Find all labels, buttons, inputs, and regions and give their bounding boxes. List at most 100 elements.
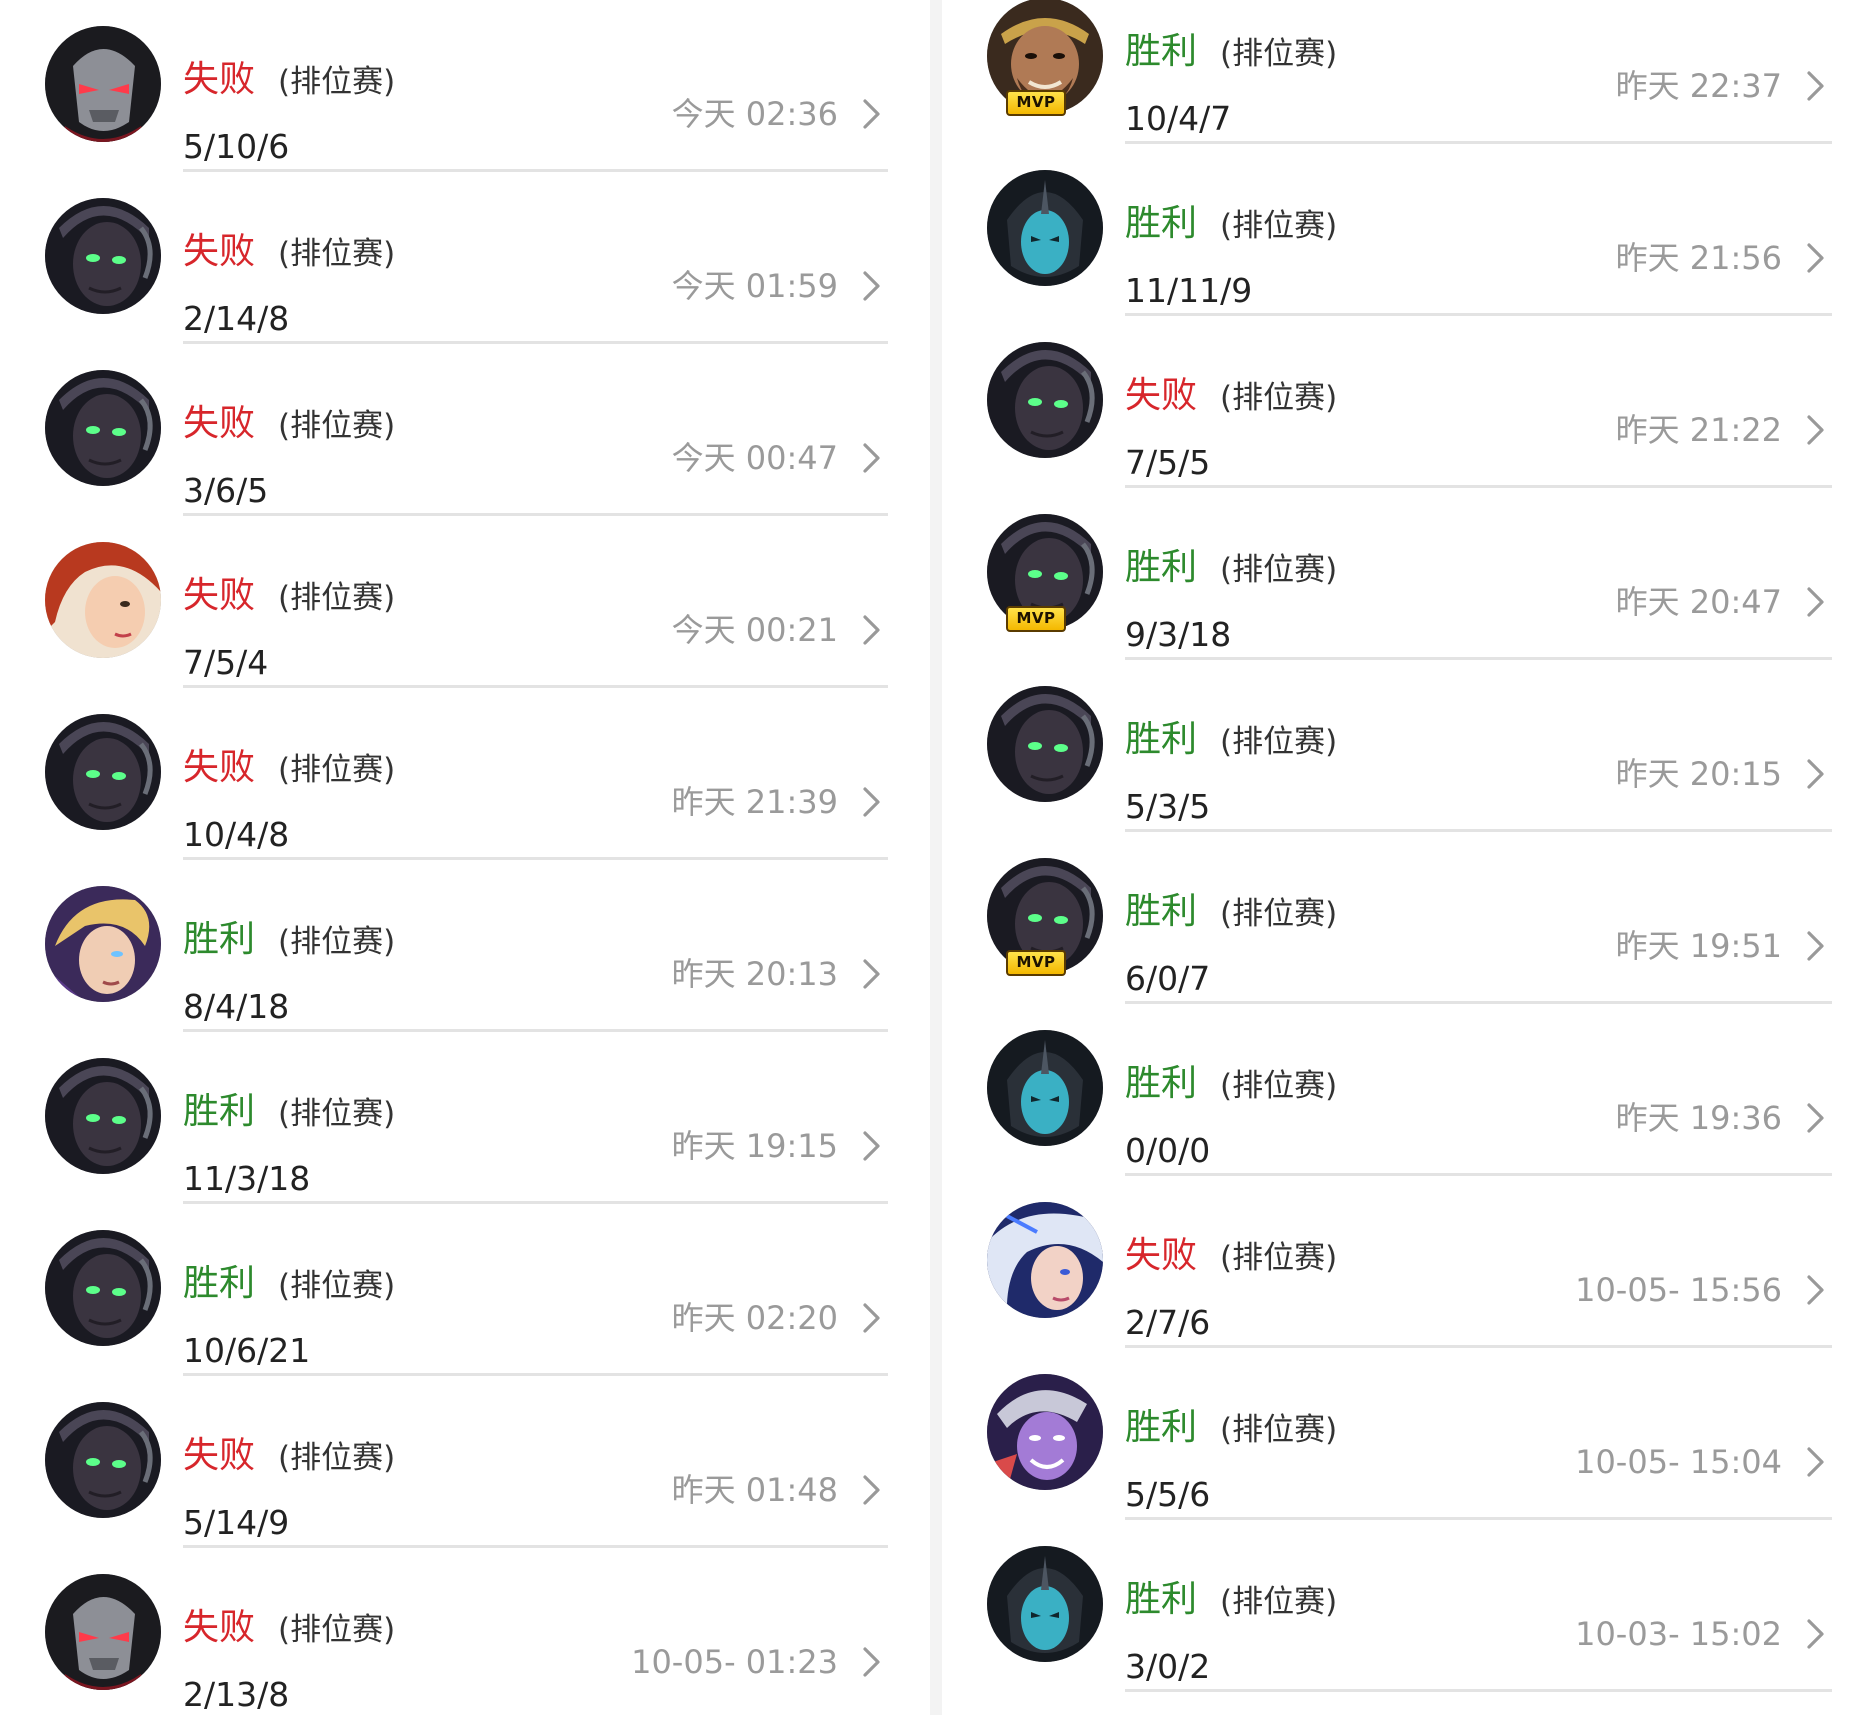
match-list-right: 胜利 (排位赛) 10/4/7 昨天 22:37 MVP 胜利 (排位赛) 11…	[942, 0, 1874, 1715]
match-row-left-3[interactable]: 失败 (排位赛) 3/6/5 今天 00:47	[0, 344, 930, 516]
match-mode: (排位赛)	[1220, 36, 1338, 72]
match-time: 昨天 20:47	[1615, 583, 1782, 621]
dark-mage-icon	[45, 1058, 161, 1174]
dark-mage-icon	[987, 686, 1103, 802]
chevron-right-icon	[856, 268, 888, 304]
match-kda: 7/5/5	[1125, 443, 1211, 482]
match-time: 昨天 19:15	[671, 1127, 838, 1165]
match-result: 失败	[183, 231, 256, 272]
match-row-left-1[interactable]: 失败 (排位赛) 5/10/6 今天 02:36	[0, 0, 930, 172]
match-mode: (排位赛)	[278, 752, 396, 788]
chevron-right-icon	[1800, 68, 1832, 104]
match-mode: (排位赛)	[278, 236, 396, 272]
chevron-right-icon	[856, 1300, 888, 1336]
chevron-right-icon	[1800, 584, 1832, 620]
match-time: 昨天 21:22	[1615, 411, 1782, 449]
match-mode: (排位赛)	[1220, 1240, 1338, 1276]
row-divider	[1125, 1689, 1832, 1692]
dark-mage-icon	[45, 714, 161, 830]
match-row-right-5[interactable]: 胜利 (排位赛) 5/3/5 昨天 20:15	[942, 660, 1874, 832]
match-result: 胜利	[1125, 547, 1198, 588]
match-kda: 10/4/8	[183, 815, 290, 854]
match-list-left: 失败 (排位赛) 5/10/6 今天 02:36 失败 (排位赛) 2/14/8…	[0, 0, 930, 1715]
match-mode: (排位赛)	[1220, 1412, 1338, 1448]
match-kda: 8/4/18	[183, 987, 290, 1026]
dark-mage-icon	[987, 342, 1103, 458]
match-kda: 3/0/2	[1125, 1647, 1211, 1686]
match-result: 胜利	[1125, 719, 1198, 760]
match-time: 今天 00:21	[671, 611, 838, 649]
match-kda: 6/0/7	[1125, 959, 1211, 998]
silver-hair-archer-icon	[987, 1202, 1103, 1318]
match-row-right-8[interactable]: 失败 (排位赛) 2/7/6 10-05- 15:56	[942, 1176, 1874, 1348]
match-kda: 0/0/0	[1125, 1131, 1211, 1170]
match-kda: 2/13/8	[183, 1675, 290, 1714]
match-kda: 5/10/6	[183, 127, 290, 166]
match-row-left-4[interactable]: 失败 (排位赛) 7/5/4 今天 00:21	[0, 516, 930, 688]
match-row-right-4[interactable]: 胜利 (排位赛) 9/3/18 昨天 20:47 MVP	[942, 488, 1874, 660]
match-kda: 11/11/9	[1125, 271, 1253, 310]
chevron-right-icon	[1800, 928, 1832, 964]
match-time: 昨天 21:39	[671, 783, 838, 821]
match-time: 今天 01:59	[671, 267, 838, 305]
dark-mage-icon	[45, 1402, 161, 1518]
match-row-left-7[interactable]: 胜利 (排位赛) 11/3/18 昨天 19:15	[0, 1032, 930, 1204]
mvp-badge: MVP	[1006, 90, 1066, 116]
blond-mage-icon	[45, 886, 161, 1002]
blue-helmet-icon	[987, 1030, 1103, 1146]
match-row-left-8[interactable]: 胜利 (排位赛) 10/6/21 昨天 02:20	[0, 1204, 930, 1376]
chevron-right-icon	[856, 612, 888, 648]
chevron-right-icon	[856, 440, 888, 476]
match-mode: (排位赛)	[278, 1096, 396, 1132]
match-result: 失败	[1125, 375, 1198, 416]
dark-mage-icon	[45, 370, 161, 486]
match-result: 失败	[183, 403, 256, 444]
match-row-left-9[interactable]: 失败 (排位赛) 5/14/9 昨天 01:48	[0, 1376, 930, 1548]
chevron-right-icon	[1800, 240, 1832, 276]
red-hair-gunner-icon	[45, 542, 161, 658]
match-mode: (排位赛)	[1220, 1584, 1338, 1620]
match-time: 昨天 20:15	[1615, 755, 1782, 793]
mvp-badge: MVP	[1006, 606, 1066, 632]
match-kda: 2/7/6	[1125, 1303, 1211, 1342]
masked-assassin-icon	[45, 1574, 161, 1690]
match-row-right-1[interactable]: 胜利 (排位赛) 10/4/7 昨天 22:37 MVP	[942, 0, 1874, 144]
match-result: 胜利	[1125, 31, 1198, 72]
masked-assassin-icon	[45, 26, 161, 142]
match-row-left-5[interactable]: 失败 (排位赛) 10/4/8 昨天 21:39	[0, 688, 930, 860]
match-result: 失败	[183, 1435, 256, 1476]
dark-mage-icon	[45, 198, 161, 314]
dark-mage-icon	[45, 1230, 161, 1346]
match-row-right-9[interactable]: 胜利 (排位赛) 5/5/6 10-05- 15:04	[942, 1348, 1874, 1520]
match-kda: 7/5/4	[183, 643, 269, 682]
match-row-left-10[interactable]: 失败 (排位赛) 2/13/8 10-05- 01:23	[0, 1548, 930, 1715]
mvp-badge: MVP	[1006, 950, 1066, 976]
purple-ninja-icon	[987, 1374, 1103, 1490]
dark-mage-icon	[45, 1402, 161, 1518]
match-row-left-2[interactable]: 失败 (排位赛) 2/14/8 今天 01:59	[0, 172, 930, 344]
match-result: 失败	[183, 575, 256, 616]
match-time: 昨天 21:56	[1615, 239, 1782, 277]
red-hair-gunner-icon	[45, 542, 161, 658]
match-row-right-7[interactable]: 胜利 (排位赛) 0/0/0 昨天 19:36	[942, 1004, 1874, 1176]
match-row-right-6[interactable]: 胜利 (排位赛) 6/0/7 昨天 19:51 MVP	[942, 832, 1874, 1004]
match-kda: 5/3/5	[1125, 787, 1211, 826]
match-kda: 10/4/7	[1125, 99, 1232, 138]
match-mode: (排位赛)	[1220, 208, 1338, 244]
match-row-right-2[interactable]: 胜利 (排位赛) 11/11/9 昨天 21:56	[942, 144, 1874, 316]
match-mode: (排位赛)	[278, 1612, 396, 1648]
chevron-right-icon	[1800, 1444, 1832, 1480]
match-time: 10-05- 15:56	[1575, 1271, 1782, 1309]
match-mode: (排位赛)	[278, 580, 396, 616]
chevron-right-icon	[856, 1472, 888, 1508]
dark-mage-icon	[987, 686, 1103, 802]
match-kda: 2/14/8	[183, 299, 290, 338]
match-row-right-3[interactable]: 失败 (排位赛) 7/5/5 昨天 21:22	[942, 316, 1874, 488]
match-row-left-6[interactable]: 胜利 (排位赛) 8/4/18 昨天 20:13	[0, 860, 930, 1032]
match-time: 10-03- 15:02	[1575, 1615, 1782, 1653]
match-time: 10-05- 15:04	[1575, 1443, 1782, 1481]
match-row-right-10[interactable]: 胜利 (排位赛) 3/0/2 10-03- 15:02	[942, 1520, 1874, 1692]
match-kda: 10/6/21	[183, 1331, 311, 1370]
masked-assassin-icon	[45, 26, 161, 142]
match-result: 胜利	[1125, 203, 1198, 244]
